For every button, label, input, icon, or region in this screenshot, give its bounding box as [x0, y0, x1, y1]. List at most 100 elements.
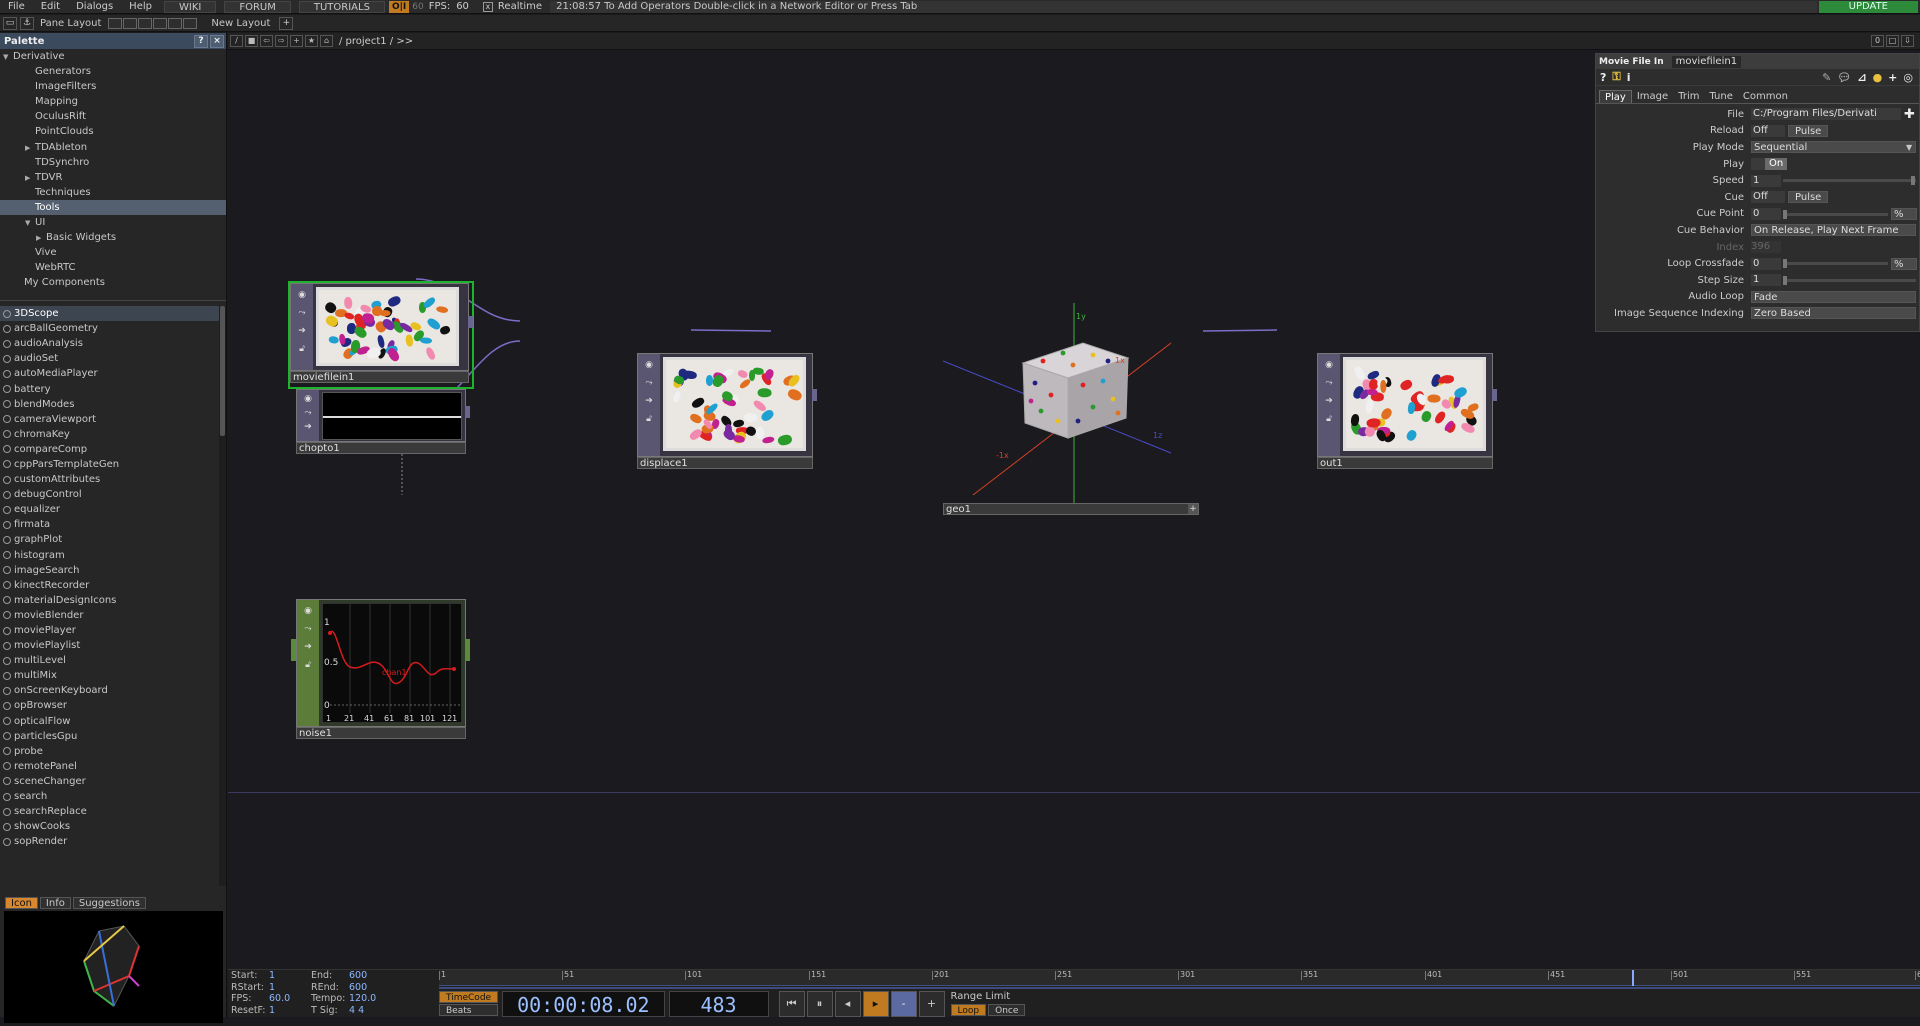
- loop-crossfade-unit[interactable]: %: [1891, 257, 1917, 270]
- component-item[interactable]: battery: [0, 381, 223, 396]
- bookmark-icon[interactable]: ⊿: [1857, 71, 1866, 84]
- component-item[interactable]: chromaKey: [0, 427, 223, 442]
- menu-help[interactable]: Help: [121, 0, 160, 14]
- component-item[interactable]: 3DScope: [0, 306, 223, 322]
- target-icon[interactable]: ◎: [1903, 71, 1913, 84]
- loop-toggle[interactable]: Loop: [950, 1004, 987, 1016]
- layout-single-icon[interactable]: [108, 17, 123, 29]
- cue-point-slider[interactable]: [1783, 209, 1888, 219]
- loop-crossfade-slider[interactable]: [1783, 259, 1888, 269]
- playhead[interactable]: [1632, 970, 1634, 986]
- component-item[interactable]: customAttributes: [0, 472, 223, 487]
- component-item[interactable]: graphPlot: [0, 532, 223, 547]
- lock-icon[interactable]: 🔓︎: [301, 658, 315, 672]
- info-icon[interactable]: i: [1627, 71, 1631, 84]
- component-item[interactable]: sopRender: [0, 834, 223, 849]
- bypass-icon[interactable]: ⤳: [1322, 376, 1336, 390]
- play-icon[interactable]: ▸: [862, 991, 889, 1017]
- tab-play[interactable]: Play: [1599, 90, 1632, 103]
- info-value[interactable]: 1: [269, 982, 275, 994]
- tab-trim[interactable]: Trim: [1673, 90, 1704, 103]
- oi-toggle[interactable]: O|I: [388, 0, 410, 13]
- component-item[interactable]: audioAnalysis: [0, 336, 223, 351]
- display-icon[interactable]: ➔: [301, 640, 315, 654]
- component-item[interactable]: movieBlender: [0, 608, 223, 623]
- help-icon[interactable]: ?: [1600, 71, 1606, 84]
- bypass-icon[interactable]: ⤳: [642, 376, 656, 390]
- palette-tree-item[interactable]: Techniques: [0, 185, 226, 200]
- image-sequence-menu[interactable]: Zero Based: [1751, 307, 1916, 320]
- palette-tree-item[interactable]: ▶ TDVR: [0, 170, 226, 185]
- component-item[interactable]: opticalFlow: [0, 714, 223, 729]
- scroll-thumb[interactable]: [220, 306, 225, 436]
- cue-pulse-button[interactable]: Pulse: [1788, 191, 1829, 204]
- layout-grid-icon[interactable]: [183, 17, 198, 29]
- cue-toggle[interactable]: Off: [1751, 191, 1785, 204]
- tab-common[interactable]: Common: [1738, 90, 1793, 103]
- component-item[interactable]: kinectRecorder: [0, 578, 223, 593]
- add-layout-icon[interactable]: +: [279, 16, 294, 30]
- expand-open-icon[interactable]: ▼: [3, 50, 13, 65]
- palette-tree-item[interactable]: OculusRift: [0, 109, 226, 124]
- component-item[interactable]: moviePlayer: [0, 623, 223, 638]
- component-item[interactable]: onScreenKeyboard: [0, 683, 223, 698]
- cue-point-field[interactable]: 0: [1751, 207, 1781, 220]
- layout-three-icon[interactable]: [153, 17, 168, 29]
- tab-info[interactable]: Info: [39, 897, 71, 909]
- menu-edit[interactable]: Edit: [33, 0, 68, 14]
- slider-handle[interactable]: [1783, 259, 1787, 269]
- component-item[interactable]: audioSet: [0, 351, 223, 366]
- component-item[interactable]: remotePanel: [0, 759, 223, 774]
- viewer-icon[interactable]: ◉: [1322, 358, 1336, 372]
- expand-open-icon[interactable]: ▼: [25, 216, 35, 231]
- info-value[interactable]: 600: [349, 970, 367, 982]
- range-bar[interactable]: [439, 987, 1920, 989]
- palette-tree-item[interactable]: ▶ TDAbleton: [0, 140, 226, 155]
- component-item[interactable]: probe: [0, 744, 223, 759]
- op-name[interactable]: noise1: [296, 727, 466, 739]
- layout-split-v-icon[interactable]: [123, 17, 138, 29]
- palette-tree-item[interactable]: ▼ Derivative: [0, 49, 226, 64]
- palette-tree-item[interactable]: Vive: [0, 245, 226, 260]
- step-size-field[interactable]: 1: [1751, 274, 1781, 287]
- tab-image[interactable]: Image: [1632, 90, 1673, 103]
- display-icon[interactable]: ➔: [301, 420, 315, 434]
- display-icon[interactable]: ➔: [1322, 394, 1336, 408]
- component-item[interactable]: cameraViewport: [0, 412, 223, 427]
- lock-icon[interactable]: 🔓︎: [295, 342, 309, 356]
- op-name-field[interactable]: moviefilein1: [1671, 55, 1742, 68]
- op-name[interactable]: geo1: [943, 503, 1199, 515]
- op-name[interactable]: displace1: [637, 457, 813, 469]
- display-icon[interactable]: ➔: [295, 324, 309, 338]
- file-field[interactable]: C:/Program Files/Derivati: [1751, 108, 1901, 121]
- palette-tree-item[interactable]: ▶ Basic Widgets: [0, 230, 226, 245]
- comment-icon[interactable]: 💬︎: [1837, 71, 1851, 84]
- component-item[interactable]: autoMediaPlayer: [0, 366, 223, 381]
- viewer-icon[interactable]: ◉: [301, 392, 315, 406]
- component-item[interactable]: multiMix: [0, 668, 223, 683]
- component-item[interactable]: sceneChanger: [0, 774, 223, 789]
- palette-close-button[interactable]: ×: [210, 34, 224, 48]
- output-connector[interactable]: [468, 316, 473, 328]
- slider-handle[interactable]: [1783, 209, 1787, 219]
- palette-tree-item[interactable]: Generators: [0, 64, 226, 79]
- tutorials-button[interactable]: TUTORIALS: [298, 0, 385, 13]
- menu-dialogs[interactable]: Dialogs: [68, 0, 121, 14]
- info-value[interactable]: 4 4: [349, 1005, 364, 1017]
- timecode-toggle[interactable]: TimeCode: [439, 991, 499, 1003]
- component-item[interactable]: blendModes: [0, 397, 223, 412]
- output-connector[interactable]: [1492, 389, 1497, 401]
- palette-tree-item[interactable]: ImageFilters: [0, 79, 226, 94]
- audio-loop-menu[interactable]: Fade: [1751, 290, 1916, 303]
- component-item[interactable]: firmata: [0, 517, 223, 532]
- timecode-display[interactable]: 00:00:08.02: [502, 991, 665, 1017]
- play-toggle[interactable]: On: [1765, 158, 1788, 171]
- component-item[interactable]: moviePlaylist: [0, 638, 223, 653]
- step-plus-icon[interactable]: +: [918, 991, 945, 1017]
- viewer-icon[interactable]: ◉: [295, 288, 309, 302]
- wiki-button[interactable]: WIKI: [163, 0, 217, 13]
- python-help-icon[interactable]: ⚿: [1612, 70, 1620, 84]
- step-back-icon[interactable]: ◂: [834, 991, 861, 1017]
- step-minus-icon[interactable]: -: [890, 991, 917, 1017]
- info-value[interactable]: 120.0: [349, 993, 376, 1005]
